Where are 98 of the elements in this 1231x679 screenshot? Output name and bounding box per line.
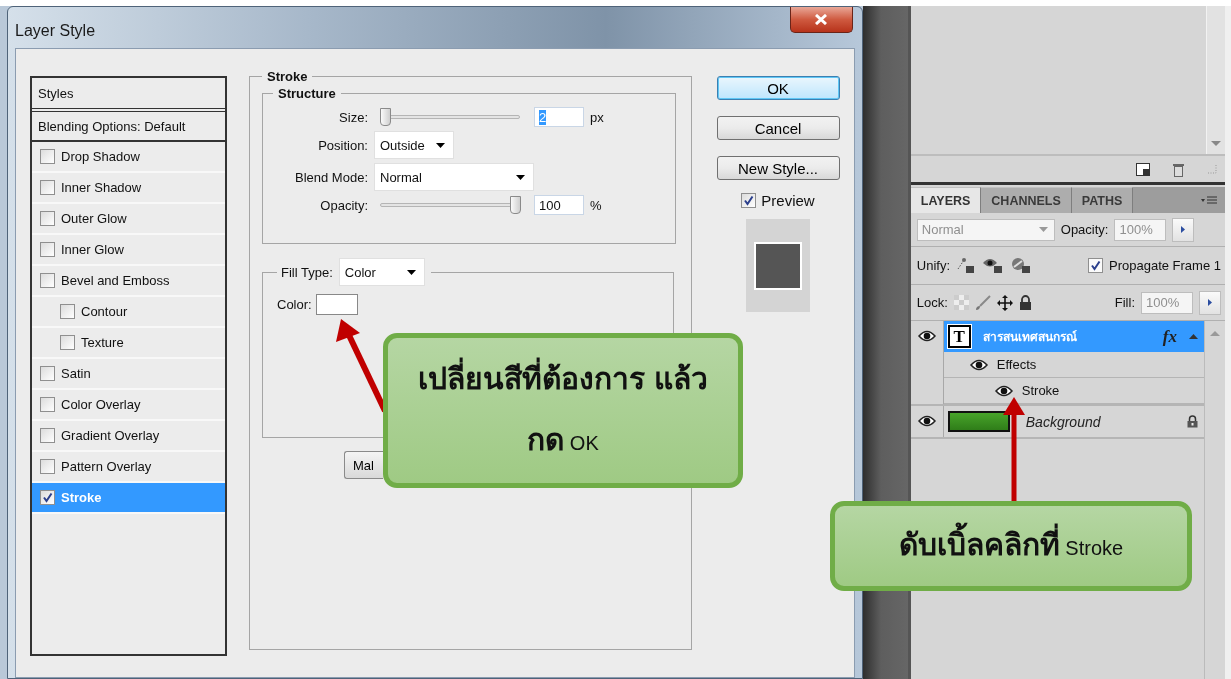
collapse-caret-icon[interactable] bbox=[1189, 334, 1198, 339]
size-slider[interactable] bbox=[380, 108, 520, 126]
caret-icon bbox=[1208, 299, 1212, 306]
caret-icon bbox=[406, 269, 416, 275]
layer-thumbnail bbox=[947, 411, 1010, 432]
opacity-slider[interactable] bbox=[380, 196, 520, 214]
caret-icon bbox=[436, 142, 445, 148]
field-label: Blend Mode: bbox=[295, 169, 368, 185]
scroll-up-caret-icon[interactable] bbox=[1210, 331, 1220, 336]
opacity-field[interactable]: 100 bbox=[534, 195, 584, 215]
caret-icon bbox=[1181, 226, 1186, 233]
checkbox[interactable] bbox=[40, 490, 55, 505]
panel-tab[interactable]: LAYERS bbox=[910, 187, 982, 213]
checkbox-label: Preview bbox=[761, 192, 815, 209]
field-label: Size: bbox=[339, 109, 368, 125]
layer-row[interactable]: Background bbox=[943, 406, 1204, 437]
callout-text: ดับเบิ้ลคลิกที่ Stroke bbox=[898, 515, 1124, 577]
slider-thumb[interactable] bbox=[380, 108, 391, 126]
default-button[interactable]: Mal bbox=[344, 451, 383, 479]
style-item[interactable]: Drop Shadow bbox=[32, 142, 225, 173]
unify-style-icon[interactable] bbox=[1010, 256, 1032, 275]
checkbox[interactable] bbox=[40, 459, 55, 474]
trash-icon[interactable] bbox=[1172, 161, 1185, 177]
dialog-button[interactable]: OK bbox=[716, 76, 840, 100]
field-label: Unify: bbox=[916, 258, 950, 273]
unit-label: % bbox=[590, 197, 602, 213]
group-title: Stroke bbox=[266, 69, 309, 84]
eye-icon[interactable] bbox=[969, 358, 988, 371]
caret-icon bbox=[1038, 227, 1048, 232]
checkbox[interactable] bbox=[60, 304, 75, 319]
move-icon[interactable] bbox=[996, 294, 1013, 311]
fill-arrow-button[interactable] bbox=[1199, 290, 1221, 315]
blend-mode-dropdown[interactable]: Normal bbox=[374, 163, 534, 191]
checkbox[interactable] bbox=[40, 397, 55, 412]
checkbox[interactable] bbox=[40, 428, 55, 443]
unit-label: px bbox=[590, 109, 604, 125]
resize-grip-icon[interactable] bbox=[1207, 164, 1217, 174]
fill-type-dropdown[interactable]: Color bbox=[338, 258, 425, 286]
field-label: Opacity: bbox=[1060, 222, 1109, 237]
checkbox[interactable] bbox=[40, 242, 55, 257]
layer-name: สารสนเทศสนกรณ์ bbox=[982, 329, 1078, 346]
checkbox[interactable] bbox=[40, 149, 55, 164]
unify-position-icon[interactable] bbox=[956, 256, 976, 275]
close-button[interactable] bbox=[789, 7, 853, 33]
style-item[interactable]: Outer Glow bbox=[32, 204, 225, 235]
effect-name[interactable]: Stroke bbox=[1021, 383, 1060, 398]
checkbox[interactable] bbox=[40, 180, 55, 195]
style-item[interactable]: Inner Shadow bbox=[32, 173, 225, 204]
slider-thumb[interactable] bbox=[510, 196, 521, 214]
field-label: Fill Type: bbox=[281, 264, 333, 280]
new-layer-icon[interactable] bbox=[1136, 162, 1150, 176]
checkbox[interactable] bbox=[1088, 258, 1103, 273]
field-label: Position: bbox=[318, 137, 368, 153]
dialog-button[interactable]: Cancel bbox=[716, 116, 840, 140]
scroll-down-caret-icon[interactable] bbox=[1211, 141, 1221, 146]
panel-tab[interactable]: PATHS bbox=[1071, 187, 1134, 213]
style-item[interactable]: Inner Glow bbox=[32, 235, 225, 266]
field-label: Fill: bbox=[1114, 295, 1135, 310]
eye-icon[interactable] bbox=[917, 330, 936, 342]
field-label: Color: bbox=[277, 297, 312, 312]
style-item[interactable]: Gradient Overlay bbox=[32, 421, 225, 452]
panel-tab[interactable]: CHANNELS bbox=[981, 187, 1072, 213]
style-item[interactable]: Contour bbox=[32, 297, 225, 328]
style-item[interactable]: Texture bbox=[32, 328, 225, 359]
panel-menu-icon[interactable] bbox=[1201, 195, 1217, 205]
checkbox[interactable] bbox=[60, 335, 75, 350]
fx-label: fx bbox=[1162, 326, 1177, 347]
checkbox[interactable] bbox=[40, 211, 55, 226]
layer-row[interactable]: T สารสนเทศสนกรณ์ fx bbox=[943, 321, 1204, 352]
position-dropdown[interactable]: Outside bbox=[374, 131, 454, 159]
opacity-arrow-button[interactable] bbox=[1172, 217, 1195, 242]
caret-icon bbox=[516, 174, 525, 180]
style-item[interactable]: Bevel and Emboss bbox=[32, 266, 225, 297]
eye-icon[interactable] bbox=[917, 415, 936, 427]
field-label: Lock: bbox=[916, 295, 948, 310]
callout-text: เปลี่ยนสีที่ต้องการ แล้ว กด OK bbox=[418, 349, 708, 472]
checkbox[interactable] bbox=[40, 366, 55, 381]
brush-icon[interactable] bbox=[974, 294, 991, 311]
text-layer-thumbnail: T bbox=[947, 325, 971, 348]
layer-name: Background bbox=[1025, 413, 1102, 430]
style-item[interactable]: Satin bbox=[32, 359, 225, 390]
window-title: Layer Style bbox=[15, 22, 96, 41]
list-header: Styles bbox=[38, 85, 74, 101]
unify-visibility-icon[interactable] bbox=[982, 256, 1004, 275]
list-item[interactable]: Blending Options: Default bbox=[38, 118, 186, 134]
eye-icon[interactable] bbox=[994, 384, 1013, 397]
color-swatch[interactable] bbox=[315, 294, 358, 315]
checkbox[interactable] bbox=[741, 193, 757, 208]
checkbox-label: Propagate Frame 1 bbox=[1109, 258, 1221, 273]
dialog-button[interactable]: New Style... bbox=[716, 156, 840, 180]
lock-icon[interactable] bbox=[1018, 295, 1032, 310]
group-title: Structure bbox=[277, 86, 337, 101]
field-value: 2 bbox=[539, 109, 547, 125]
close-icon bbox=[815, 14, 828, 25]
effects-label[interactable]: Effects bbox=[996, 357, 1037, 372]
checkbox[interactable] bbox=[40, 273, 55, 288]
field-label: Opacity: bbox=[320, 197, 368, 213]
style-item[interactable]: Color Overlay bbox=[32, 390, 225, 421]
